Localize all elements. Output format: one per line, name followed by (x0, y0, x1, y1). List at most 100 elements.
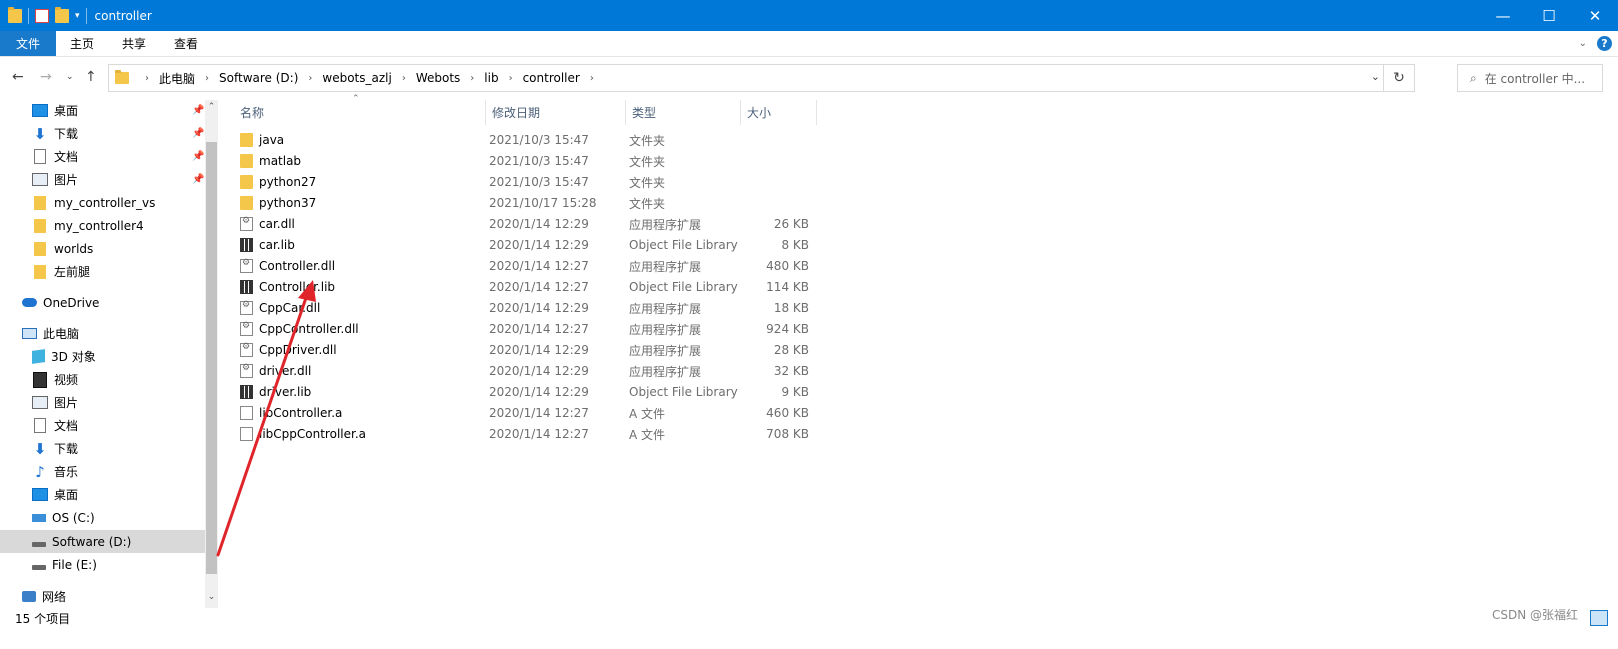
file-row[interactable]: car.lib 2020/1/14 12:29 Object File Librar… (234, 235, 1034, 255)
sidebar-item-3d-objects[interactable]: 3D 对象 (0, 345, 205, 368)
sidebar-item-os-c[interactable]: OS (C:) (0, 506, 205, 529)
sidebar-item-software-d[interactable]: Software (D:) (0, 530, 205, 553)
breadcrumb-software-d[interactable]: Software (D:) (219, 71, 298, 85)
sidebar-item-this-pc[interactable]: 此电脑 (0, 322, 205, 345)
sidebar-item-downloads-pinned[interactable]: ⬇ 下载 📌 (0, 122, 205, 145)
column-header-date[interactable]: 修改日期 (486, 100, 626, 125)
maximize-button[interactable]: ☐ (1526, 0, 1572, 31)
refresh-icon[interactable]: ↻ (1383, 65, 1414, 91)
column-header-name[interactable]: 名称 (234, 100, 486, 125)
dll-file-icon (240, 363, 253, 378)
file-row[interactable]: python37 2021/10/17 15:28 文件夹 (234, 193, 1034, 213)
sidebar-item-network[interactable]: 网络 (0, 585, 205, 608)
sidebar-item-music[interactable]: ♪ 音乐 (0, 460, 205, 483)
file-name-cell[interactable]: CppController.dll (240, 321, 359, 336)
expand-ribbon-chevron-icon[interactable]: ⌄ (1579, 38, 1587, 49)
file-row[interactable]: car.dll 2020/1/14 12:29 应用程序扩展 26 KB (234, 214, 1034, 234)
file-row[interactable]: matlab 2021/10/3 15:47 文件夹 (234, 151, 1034, 171)
sidebar-item-pictures-pinned[interactable]: 图片 📌 (0, 168, 205, 191)
file-name-cell[interactable]: Controller.lib (240, 280, 335, 294)
sidebar-item-my-controller4[interactable]: my_controller4 (0, 214, 205, 237)
recent-locations-chevron-icon[interactable]: ⌄ (66, 72, 74, 82)
file-name-cell[interactable]: java (240, 133, 284, 147)
crumb-separator-icon[interactable]: › (205, 73, 209, 84)
tab-view[interactable]: 查看 (160, 31, 212, 56)
sidebar-item-documents-pinned[interactable]: 文档 📌 (0, 145, 205, 168)
sidebar-item-desktop-pinned[interactable]: 桌面 📌 (0, 99, 205, 122)
sidebar-item-videos[interactable]: 视频 (0, 368, 205, 391)
sidebar-item-label: 下载 (54, 127, 79, 141)
minimize-button[interactable]: — (1480, 0, 1526, 31)
file-row[interactable]: Controller.dll 2020/1/14 12:27 应用程序扩展 480 K… (234, 256, 1034, 276)
sidebar-item-pictures[interactable]: 图片 (0, 391, 205, 414)
crumb-separator-icon[interactable]: › (308, 73, 312, 84)
file-name-cell[interactable]: python27 (240, 175, 316, 189)
desktop-icon (32, 104, 48, 117)
sidebar-item-my-controller-vs[interactable]: my_controller_vs (0, 191, 205, 214)
file-name-cell[interactable]: car.lib (240, 238, 295, 252)
dll-file-icon (240, 300, 253, 315)
column-header-size[interactable]: 大小 (741, 100, 817, 125)
file-name-cell[interactable]: matlab (240, 154, 301, 168)
search-input[interactable]: 在 controller 中... (1485, 70, 1585, 87)
crumb-separator-icon[interactable]: › (470, 73, 474, 84)
file-row[interactable]: libController.a 2020/1/14 12:27 A 文件 460 KB (234, 403, 1034, 423)
up-arrow-icon[interactable]: ↑ (85, 69, 97, 85)
file-row[interactable]: driver.lib 2020/1/14 12:29 Object File Lib… (234, 382, 1034, 402)
forward-arrow-icon[interactable]: → (40, 69, 52, 85)
file-name-cell[interactable]: libController.a (240, 406, 342, 420)
scrollbar-thumb[interactable] (206, 142, 217, 574)
file-row[interactable]: libCppController.a 2020/1/14 12:27 A 文件 708… (234, 424, 1034, 444)
file-row[interactable]: CppCar.dll 2020/1/14 12:29 应用程序扩展 18 KB (234, 298, 1034, 318)
tab-home[interactable]: 主页 (56, 31, 108, 56)
file-row[interactable]: Controller.lib 2020/1/14 12:27 Object File… (234, 277, 1034, 297)
crumb-separator-icon[interactable]: › (590, 73, 594, 84)
file-row[interactable]: driver.dll 2020/1/14 12:29 应用程序扩展 32 KB (234, 361, 1034, 381)
breadcrumb-webots-azlj[interactable]: webots_azlj (322, 71, 391, 85)
breadcrumb-controller[interactable]: controller (523, 71, 580, 85)
search-box[interactable]: ⌕ 在 controller 中... (1457, 64, 1603, 92)
file-name-cell[interactable]: driver.lib (240, 385, 311, 399)
help-icon[interactable]: ? (1597, 36, 1612, 51)
file-row[interactable]: java 2021/10/3 15:47 文件夹 (234, 130, 1034, 150)
new-folder-icon[interactable] (55, 6, 69, 23)
column-header-type[interactable]: 类型 (626, 100, 741, 125)
breadcrumb-webots[interactable]: Webots (416, 71, 460, 85)
sidebar-scrollbar[interactable]: ⌃ ⌄ (205, 100, 218, 608)
sidebar-item-onedrive[interactable]: OneDrive (0, 291, 205, 314)
file-type: 应用程序扩展 (629, 217, 702, 232)
details-view-button[interactable] (1590, 610, 1608, 626)
tab-share[interactable]: 共享 (108, 31, 160, 56)
sidebar-item-documents[interactable]: 文档 (0, 414, 205, 437)
properties-icon[interactable] (35, 8, 49, 23)
file-name-cell[interactable]: Controller.dll (240, 258, 335, 273)
sidebar-item-worlds[interactable]: worlds (0, 237, 205, 260)
breadcrumb-this-pc[interactable]: 此电脑 (159, 70, 195, 87)
crumb-separator-icon[interactable]: › (145, 73, 149, 84)
address-bar[interactable]: › 此电脑 › Software (D:) › webots_azlj › We… (108, 64, 1415, 92)
breadcrumb-lib[interactable]: lib (484, 71, 498, 85)
file-row[interactable]: python27 2021/10/3 15:47 文件夹 (234, 172, 1034, 192)
customize-toolbar-chevron-icon[interactable]: ▾ (75, 11, 80, 21)
sidebar-item-left-front-leg[interactable]: 左前腿 (0, 260, 205, 283)
file-name-cell[interactable]: CppCar.dll (240, 300, 320, 315)
file-name-cell[interactable]: python37 (240, 196, 316, 210)
sidebar-item-file-e[interactable]: File (E:) (0, 553, 205, 576)
file-name-cell[interactable]: driver.dll (240, 363, 311, 378)
file-name-cell[interactable]: car.dll (240, 216, 295, 231)
file-date: 2021/10/3 15:47 (489, 154, 589, 168)
close-button[interactable]: ✕ (1572, 0, 1618, 31)
tab-file[interactable]: 文件 (0, 31, 57, 56)
file-row[interactable]: CppController.dll 2020/1/14 12:27 应用程序扩展 92… (234, 319, 1034, 339)
back-arrow-icon[interactable]: ← (12, 69, 24, 85)
sidebar-item-downloads[interactable]: ⬇ 下载 (0, 437, 205, 460)
file-name-cell[interactable]: CppDriver.dll (240, 342, 337, 357)
file-name-cell[interactable]: libCppController.a (240, 427, 366, 441)
sidebar-item-desktop[interactable]: 桌面 (0, 483, 205, 506)
address-history-chevron-icon[interactable]: ⌄ (1371, 70, 1380, 83)
crumb-separator-icon[interactable]: › (402, 73, 406, 84)
crumb-separator-icon[interactable]: › (509, 73, 513, 84)
file-row[interactable]: CppDriver.dll 2020/1/14 12:29 应用程序扩展 28 KB (234, 340, 1034, 360)
scroll-down-chevron-icon[interactable]: ⌄ (205, 592, 218, 602)
scroll-up-chevron-icon[interactable]: ⌃ (205, 102, 218, 112)
